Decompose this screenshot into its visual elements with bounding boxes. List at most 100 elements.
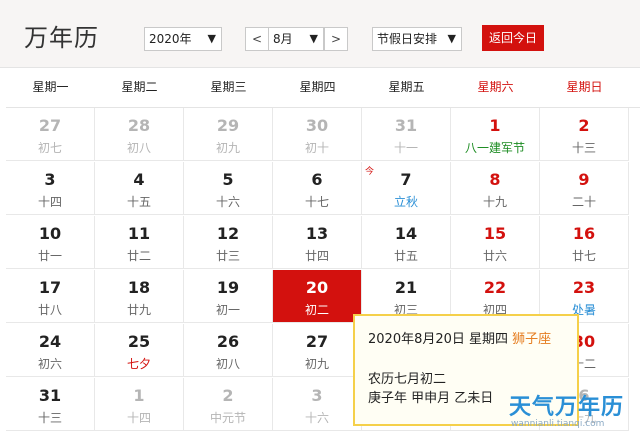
day-number: 2 (222, 386, 234, 405)
lunar-label: 十九 (482, 195, 507, 209)
calendar-day-cell[interactable]: 1 八一建军节 (451, 108, 540, 161)
calendar-day-cell[interactable]: 19 初一 (184, 270, 273, 323)
header: 万年历 2020年 ▼ < 8月 ▼ > 节假日安排 ▼ 返回今日 (0, 0, 640, 67)
calendar-day-cell[interactable]: 24 初六 (6, 324, 95, 377)
calendar-day-cell[interactable]: 13 廿四 (273, 216, 362, 269)
calendar-day-cell[interactable]: 29 初九 (184, 108, 273, 161)
day-number: 14 (394, 224, 418, 243)
lunar-label: 廿九 (126, 303, 151, 317)
lunar-label: 初一 (215, 303, 240, 317)
day-number: 5 (222, 170, 234, 189)
watermark-name: 天气万年历 (509, 395, 625, 420)
lunar-label: 初八 (126, 141, 151, 155)
lunar-label: 十四 (37, 195, 62, 209)
tooltip-zodiac[interactable]: 狮子座 (512, 332, 551, 347)
calendar-day-cell[interactable]: 17 廿八 (6, 270, 95, 323)
month-select-value: 8月 (273, 32, 293, 46)
calendar-day-cell[interactable]: 27 初七 (6, 108, 95, 161)
day-number: 3 (44, 170, 56, 189)
lunar-label: 中元节 (209, 411, 246, 425)
weekday-label: 星期日 (566, 80, 603, 94)
calendar-day-cell[interactable]: 2 中元节 (184, 378, 273, 431)
calendar-day-cell[interactable]: 8 十九 (451, 162, 540, 215)
calendar-day-cell[interactable]: 6 十七 (273, 162, 362, 215)
calendar-day-cell[interactable]: 1 十四 (95, 378, 184, 431)
calendar-day-cell[interactable]: 5 十六 (184, 162, 273, 215)
calendar-day-cell[interactable]: 27 初九 (273, 324, 362, 377)
chevron-down-icon: ▼ (207, 32, 216, 45)
holiday-select[interactable]: 节假日安排 ▼ (372, 27, 462, 51)
chevron-down-icon: ▼ (447, 32, 456, 45)
day-number: 25 (127, 332, 151, 351)
day-number: 31 (394, 116, 418, 135)
day-number: 30 (305, 116, 329, 135)
calendar-day-cell[interactable]: 25 七夕 (95, 324, 184, 377)
calendar-day-cell[interactable]: 4 十五 (95, 162, 184, 215)
day-number: 27 (38, 116, 62, 135)
app-title: 万年历 (24, 24, 99, 52)
tooltip-date: 2020年8月20日 星期四 (368, 332, 509, 347)
day-number: 8 (489, 170, 501, 189)
calendar-day-cell[interactable]: 31 十一 (362, 108, 451, 161)
day-number: 1 (489, 116, 501, 135)
today-badge: 今 (364, 167, 374, 177)
weekday-label: 星期二 (121, 80, 158, 94)
day-number: 23 (572, 278, 596, 297)
calendar-day-cell[interactable]: 9 二十 (540, 162, 629, 215)
calendar-day-cell[interactable]: 15 廿六 (451, 216, 540, 269)
lunar-label: 廿一 (37, 249, 62, 263)
lunar-label: 初八 (215, 357, 240, 371)
calendar-day-cell[interactable]: 12 廿三 (184, 216, 273, 269)
lunar-label: 二十 (571, 195, 596, 209)
lunar-label: 廿六 (482, 249, 507, 263)
weekday-label: 星期五 (388, 80, 425, 94)
lunar-label: 廿四 (304, 249, 329, 263)
lunar-label: 初二 (304, 303, 329, 317)
lunar-label: 十三 (37, 411, 62, 425)
month-select[interactable]: 8月 ▼ (268, 27, 324, 51)
back-to-today-button[interactable]: 返回今日 (482, 25, 544, 51)
year-select[interactable]: 2020年 ▼ (144, 27, 222, 51)
calendar-day-cell[interactable]: 14 廿五 (362, 216, 451, 269)
day-number: 24 (38, 332, 62, 351)
calendar-day-cell[interactable]: 16 廿七 (540, 216, 629, 269)
calendar-day-cell[interactable]: 2 十三 (540, 108, 629, 161)
calendar-day-cell[interactable]: 11 廿二 (95, 216, 184, 269)
day-number: 26 (216, 332, 240, 351)
lunar-label: 十一 (393, 141, 418, 155)
day-number: 3 (311, 386, 323, 405)
lunar-label: 十七 (304, 195, 329, 209)
calendar-day-cell[interactable]: 30 初十 (273, 108, 362, 161)
lunar-label: 廿二 (126, 249, 151, 263)
calendar-day-cell[interactable]: 20 初二 (273, 270, 362, 323)
next-month-button[interactable]: > (324, 27, 348, 51)
calendar-day-cell[interactable]: 28 初八 (95, 108, 184, 161)
day-number: 4 (133, 170, 145, 189)
lunar-label: 初十 (304, 141, 329, 155)
day-number: 9 (578, 170, 590, 189)
lunar-label: 初九 (215, 141, 240, 155)
calendar-day-cell[interactable]: 26 初八 (184, 324, 273, 377)
day-number: 22 (483, 278, 507, 297)
day-number: 6 (311, 170, 323, 189)
weekday-label: 星期六 (477, 80, 514, 94)
prev-month-button[interactable]: < (245, 27, 269, 51)
lunar-label: 廿七 (571, 249, 596, 263)
day-number: 1 (133, 386, 145, 405)
lunar-label: 廿五 (393, 249, 418, 263)
weekday-label: 星期三 (210, 80, 247, 94)
year-select-value: 2020年 (149, 32, 192, 46)
tooltip-ganzhi: 庚子年 甲申月 乙未日 (368, 391, 494, 406)
calendar-day-cell[interactable]: 3 十六 (273, 378, 362, 431)
calendar-day-cell[interactable]: 31 十三 (6, 378, 95, 431)
calendar-day-cell[interactable]: 10 廿一 (6, 216, 95, 269)
day-number: 27 (305, 332, 329, 351)
lunar-label: 初七 (37, 141, 62, 155)
day-number: 10 (38, 224, 62, 243)
calendar-day-cell[interactable]: 18 廿九 (95, 270, 184, 323)
day-number: 11 (127, 224, 151, 243)
calendar-day-cell[interactable]: 3 十四 (6, 162, 95, 215)
lunar-label: 廿三 (215, 249, 240, 263)
watermark-url: wannianli.tianqi.com (511, 419, 605, 429)
lunar-label: 十六 (304, 411, 329, 425)
